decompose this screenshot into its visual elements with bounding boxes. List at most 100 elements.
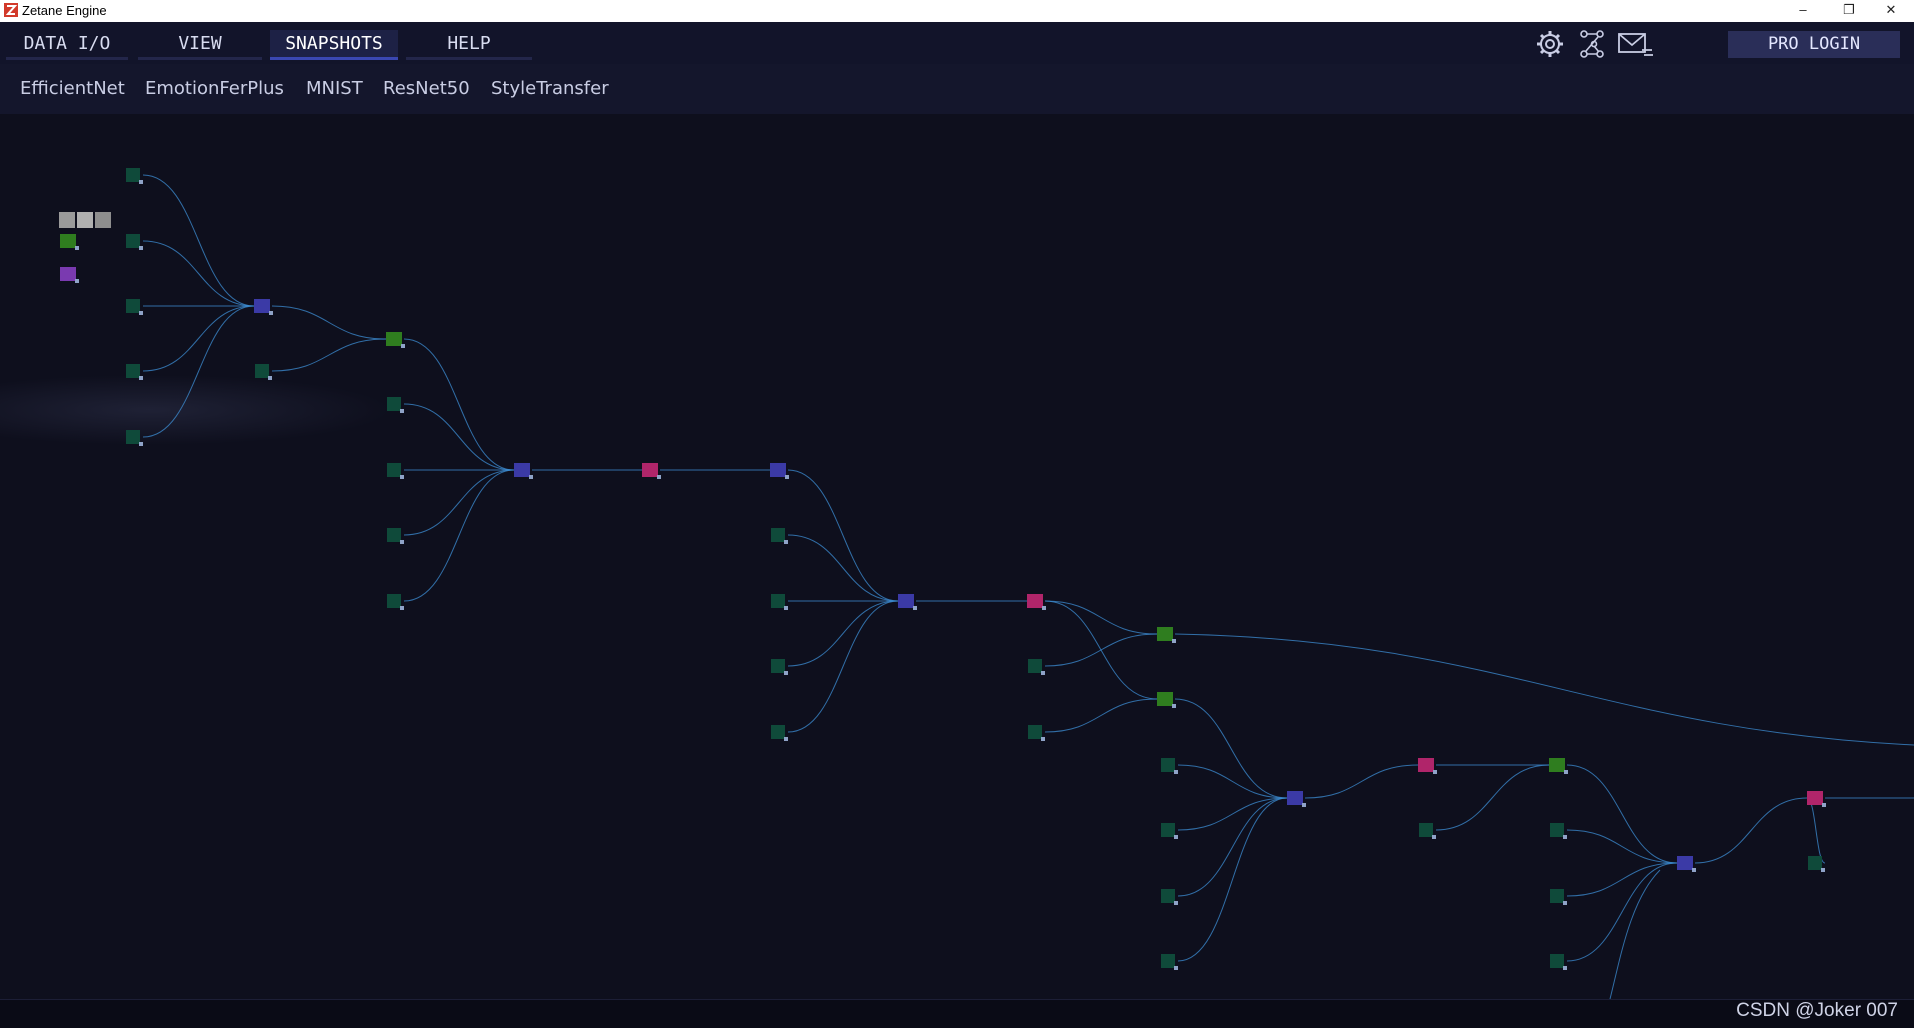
graph-node[interactable] [1157, 627, 1176, 643]
snapshot-styletransfer[interactable]: StyleTransfer [491, 78, 609, 99]
graph-node-port[interactable] [401, 344, 405, 348]
graph-node-port[interactable] [529, 475, 533, 479]
graph-node-body[interactable] [771, 725, 785, 739]
model-graph-canvas[interactable] [0, 114, 1914, 999]
graph-node[interactable] [1418, 758, 1437, 774]
graph-node[interactable] [387, 528, 404, 544]
graph-node-body[interactable] [255, 364, 269, 378]
mail-icon[interactable] [1616, 28, 1656, 60]
graph-node[interactable] [387, 463, 404, 479]
graph-node[interactable] [387, 594, 404, 610]
graph-node[interactable] [1287, 791, 1306, 807]
graph-node[interactable] [1677, 856, 1696, 872]
graph-node-port[interactable] [1564, 770, 1568, 774]
graph-node-body[interactable] [387, 594, 401, 608]
graph-node-port[interactable] [139, 180, 143, 184]
graph-node-port[interactable] [75, 246, 79, 250]
graph-node-port[interactable] [139, 311, 143, 315]
input-thumbnails[interactable] [59, 212, 111, 228]
graph-node-port[interactable] [1563, 901, 1567, 905]
graph-node-port[interactable] [1174, 835, 1178, 839]
tab-view[interactable]: VIEW [138, 30, 262, 60]
graph-node[interactable] [1807, 791, 1826, 807]
graph-svg[interactable] [0, 114, 1914, 999]
graph-node-port[interactable] [269, 311, 273, 315]
graph-node[interactable] [771, 594, 788, 610]
graph-node-body[interactable] [771, 528, 785, 542]
graph-node-body[interactable] [771, 659, 785, 673]
graph-node[interactable] [1161, 889, 1178, 905]
snapshot-emotionferplus[interactable]: EmotionFerPlus [145, 78, 284, 99]
graph-node[interactable] [771, 659, 788, 675]
graph-node[interactable] [1028, 725, 1045, 741]
graph-node-port[interactable] [400, 475, 404, 479]
graph-node-body[interactable] [387, 528, 401, 542]
graph-node-body[interactable] [1807, 791, 1823, 805]
graph-node[interactable] [1549, 758, 1568, 774]
graph-node-body[interactable] [386, 332, 402, 346]
graph-node-port[interactable] [1041, 671, 1045, 675]
graph-node[interactable] [1161, 758, 1178, 774]
snapshot-efficientnet[interactable]: EfficientNet [20, 78, 125, 99]
graph-node[interactable] [126, 364, 143, 380]
graph-node-body[interactable] [770, 463, 786, 477]
graph-node[interactable] [1157, 692, 1176, 708]
graph-node-body[interactable] [1549, 758, 1565, 772]
graph-node[interactable] [1808, 856, 1825, 872]
graph-node-body[interactable] [1419, 823, 1433, 837]
graph-node-body[interactable] [254, 299, 270, 313]
graph-node-body[interactable] [771, 594, 785, 608]
graph-node-body[interactable] [1550, 954, 1564, 968]
graph-node[interactable] [898, 594, 917, 610]
graph-node-port[interactable] [1172, 704, 1176, 708]
graph-node-port[interactable] [1174, 770, 1178, 774]
graph-node-body[interactable] [1028, 725, 1042, 739]
graph-node-body[interactable] [126, 299, 140, 313]
graph-node-port[interactable] [1692, 868, 1696, 872]
graph-node-body[interactable] [1157, 627, 1173, 641]
graph-node-port[interactable] [1821, 868, 1825, 872]
graph-node-port[interactable] [784, 606, 788, 610]
graph-node-body[interactable] [387, 463, 401, 477]
graph-node-port[interactable] [400, 409, 404, 413]
maximize-button[interactable]: ❐ [1826, 0, 1872, 22]
graph-node-port[interactable] [400, 606, 404, 610]
graph-node-port[interactable] [784, 737, 788, 741]
snapshot-mnist[interactable]: MNIST [306, 78, 363, 99]
network-graph-icon[interactable] [1572, 28, 1612, 60]
snapshot-resnet50[interactable]: ResNet50 [383, 78, 470, 99]
graph-node[interactable] [642, 463, 661, 479]
graph-node-body[interactable] [387, 397, 401, 411]
graph-node[interactable] [386, 332, 405, 348]
graph-node[interactable] [1161, 954, 1178, 970]
gear-icon[interactable] [1530, 28, 1570, 60]
graph-node-body[interactable] [126, 364, 140, 378]
graph-node[interactable] [126, 168, 143, 184]
graph-node-body[interactable] [126, 168, 140, 182]
graph-node-port[interactable] [1563, 966, 1567, 970]
graph-node[interactable] [1550, 954, 1567, 970]
thumbnail-image[interactable] [77, 212, 93, 228]
graph-node-port[interactable] [785, 475, 789, 479]
graph-node-body[interactable] [60, 234, 76, 248]
graph-node-body[interactable] [514, 463, 530, 477]
graph-node[interactable] [514, 463, 533, 479]
graph-node[interactable] [1028, 659, 1045, 675]
graph-node-port[interactable] [913, 606, 917, 610]
graph-node-body[interactable] [1161, 954, 1175, 968]
tab-help[interactable]: HELP [406, 30, 532, 60]
graph-node-body[interactable] [60, 267, 76, 281]
graph-node[interactable] [126, 299, 143, 315]
thumbnail-image[interactable] [59, 212, 75, 228]
graph-node-body[interactable] [1808, 856, 1822, 870]
graph-node-body[interactable] [1161, 823, 1175, 837]
graph-node[interactable] [60, 234, 79, 250]
graph-node-body[interactable] [1677, 856, 1693, 870]
graph-node-port[interactable] [1563, 835, 1567, 839]
graph-node-port[interactable] [139, 442, 143, 446]
graph-node[interactable] [1027, 594, 1046, 610]
graph-node[interactable] [255, 364, 272, 380]
tab-data-io[interactable]: DATA I/O [6, 30, 128, 60]
graph-node-port[interactable] [139, 246, 143, 250]
graph-node-port[interactable] [75, 279, 79, 283]
